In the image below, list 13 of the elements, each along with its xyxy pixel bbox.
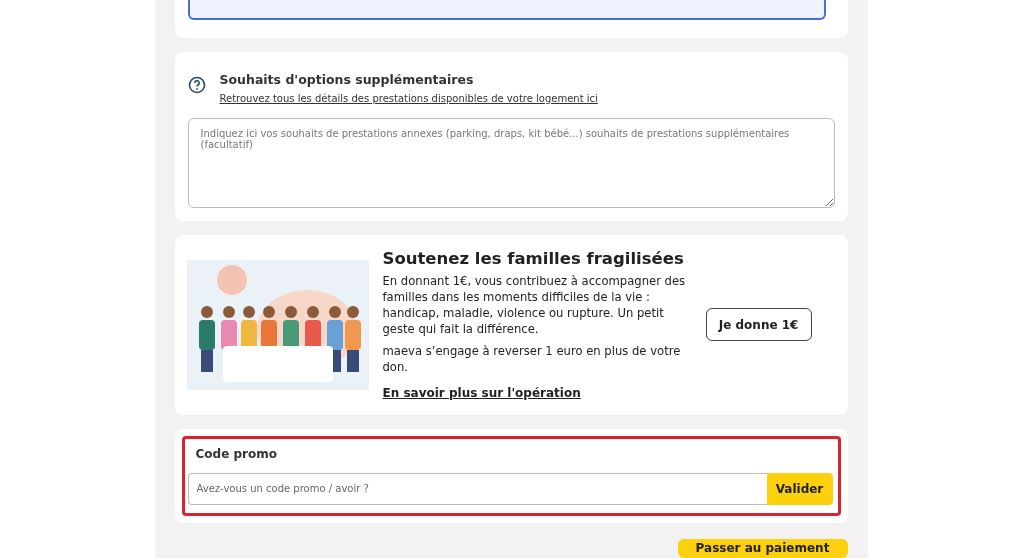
promo-title: Code promo xyxy=(195,446,278,461)
options-field[interactable]: Indiquez ici vos souhaits de prestations annexes (parking, draps, kit bébé...) souhaits de prestations supplémentaires (facultatif) xyxy=(187,118,835,208)
promo-code-field[interactable]: Avez-vous un code promo / avoir ? xyxy=(187,472,767,505)
section-title: Souhaits d'options supplémentaires xyxy=(219,72,475,87)
details-link[interactable]: Retrouvez tous les détails des prestations disponibles de votre logement ici xyxy=(219,93,598,104)
more-info-link[interactable]: En savoir plus sur l'opération xyxy=(382,385,581,400)
donate-button[interactable]: Je donne 1€ xyxy=(705,308,812,342)
help-icon xyxy=(187,76,206,94)
donation-note: maeva s’engage à reverser 1 euro en plus de votre don. xyxy=(382,343,682,376)
donation-text: En donnant 1€, vous contribuez à accompagner des familles dans les moments difficiles de la vie : handicap, maladie, violence ou rupture. Un petit geste qui fait la différence. xyxy=(382,274,687,338)
validate-button[interactable]: Valider xyxy=(766,472,833,505)
donation-title: Soutenez les familles fragilisées xyxy=(382,249,685,268)
checkout-button[interactable]: Passer au paiement xyxy=(677,538,848,558)
